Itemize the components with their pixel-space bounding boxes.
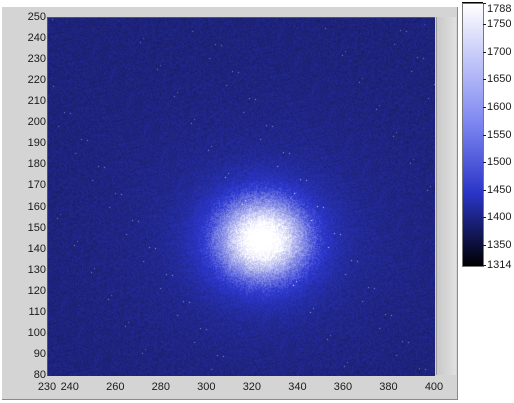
x-tick-label: 320 — [242, 381, 262, 393]
x-tick-label: 400 — [424, 381, 444, 393]
colorbar-tick-label: 1500 — [487, 156, 512, 169]
image-graph-panel: 80 90 100 110 120 130 140 150 160 170 180 190 200 210… — [0, 0, 514, 403]
colorbar-tick-label: 1600 — [487, 100, 512, 113]
x-tick-label: 380 — [379, 381, 398, 393]
colorbar-tick — [483, 106, 486, 108]
colorbar-tick — [483, 51, 486, 53]
x-tick-label: 260 — [106, 381, 125, 393]
intensity-image[interactable] — [47, 17, 435, 376]
colorbar-tick-label: 1550 — [487, 128, 512, 141]
x-tick-label: 280 — [151, 381, 170, 393]
colorbar-tick-label: 1750 — [487, 18, 512, 30]
colorbar-tick — [483, 79, 486, 81]
colorbar-tick — [483, 265, 486, 266]
x-tick-label: 240 — [60, 381, 79, 393]
colorbar-tick-label: 1400 — [487, 211, 512, 224]
color-ramp[interactable] — [462, 3, 484, 267]
colorbar-tick — [483, 162, 486, 164]
colorbar-tick — [483, 245, 486, 247]
colorbar-tick — [483, 134, 486, 136]
color-scale: 1788 1750 1700 1650 1600 1550 1500 1450 1400 1350… — [461, 3, 514, 271]
colorbar-tick-label: 1350 — [487, 239, 512, 252]
colorbar-tick-label: 1314 — [487, 259, 512, 271]
colorbar-tick — [483, 217, 486, 219]
colorbar-tick — [483, 3, 486, 4]
heatmap-canvas[interactable] — [48, 18, 435, 376]
plot-edge-bar — [436, 17, 456, 375]
x-tick-label: 360 — [333, 381, 353, 393]
colorbar-tick-label: 1788 — [487, 3, 512, 15]
colorbar-tick-label: 1650 — [487, 73, 512, 86]
x-tick-label: 300 — [197, 381, 216, 393]
colorbar-tick-label: 1700 — [487, 45, 512, 58]
colorbar-tick-label: 1450 — [487, 183, 512, 196]
colorbar-tick — [483, 24, 486, 25]
x-tick-label: 340 — [288, 381, 307, 393]
colorbar-tick — [483, 189, 486, 191]
